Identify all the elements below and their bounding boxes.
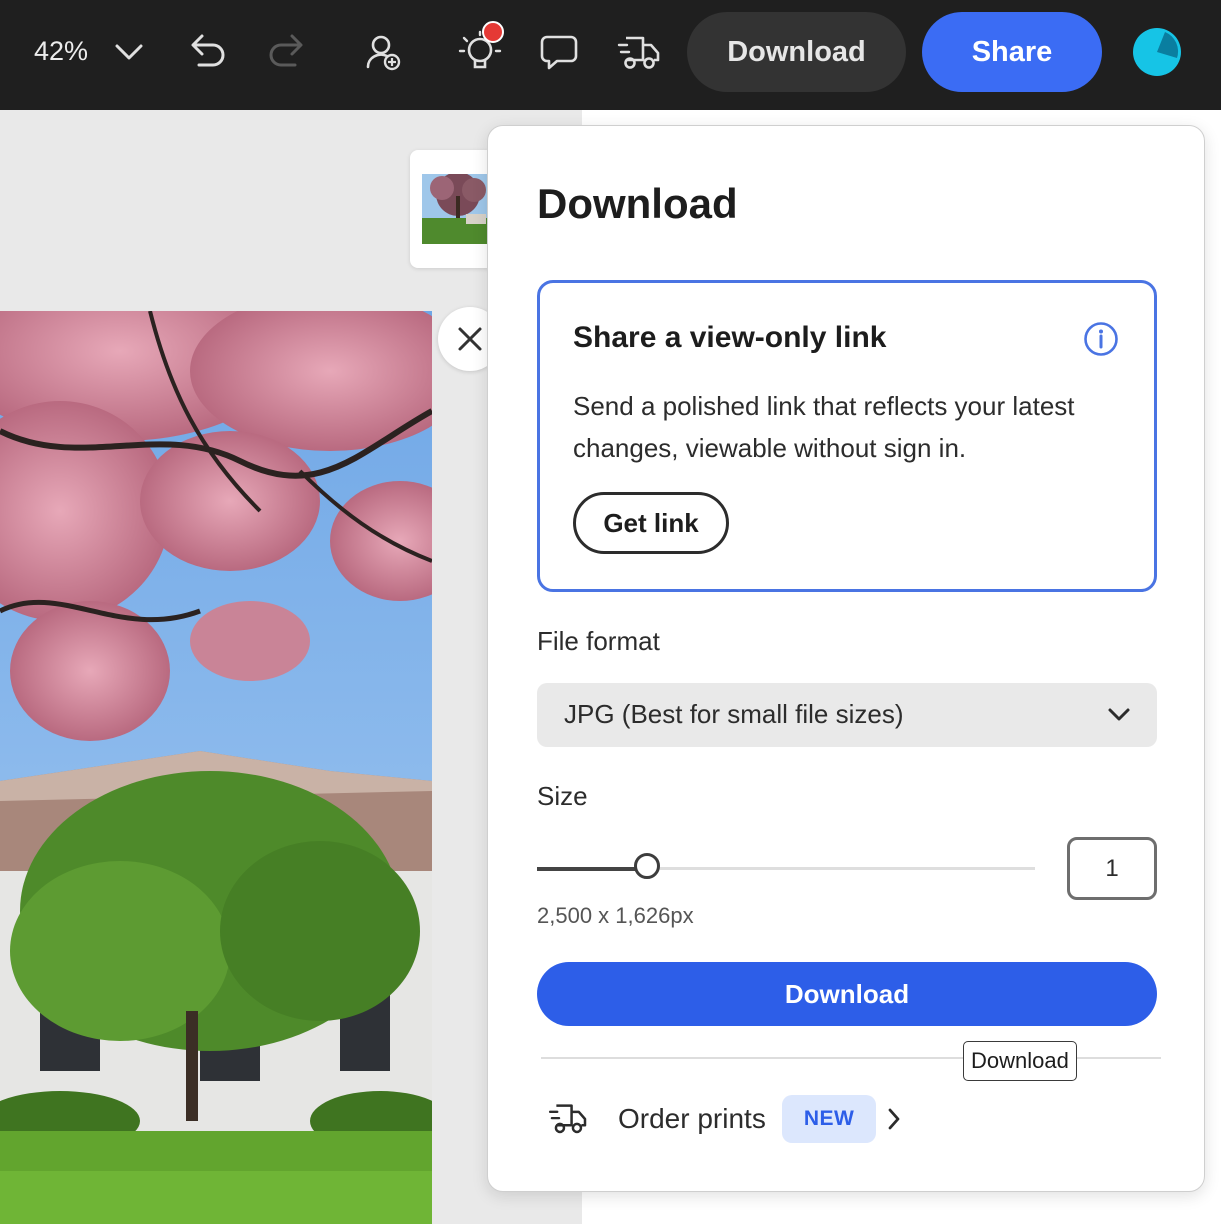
avatar[interactable] — [1133, 28, 1181, 76]
delivery-truck-icon[interactable] — [617, 34, 661, 72]
download-tooltip: Download — [963, 1041, 1077, 1081]
info-icon[interactable] — [1083, 321, 1119, 357]
chevron-down-icon[interactable] — [113, 38, 145, 66]
size-slider-fill — [537, 866, 647, 871]
view-only-link-card: Share a view-only link Send a polished l… — [537, 280, 1157, 592]
share-button[interactable]: Share — [922, 12, 1102, 92]
size-dimensions: 2,500 x 1,626px — [537, 903, 694, 928]
new-badge: NEW — [781, 1095, 877, 1143]
size-label: Size — [537, 781, 588, 811]
size-slider[interactable] — [537, 853, 1035, 879]
order-prints-label: Order prints — [618, 1103, 766, 1134]
file-format-select[interactable]: JPG (Best for small file sizes) — [537, 683, 1157, 747]
link-card-title: Share a view-only link — [573, 321, 887, 354]
thumbnail-image — [422, 174, 492, 244]
top-toolbar: 42% Download Share — [0, 0, 1221, 110]
notification-dot — [482, 21, 504, 43]
size-input[interactable]: 1 — [1067, 837, 1157, 900]
lightbulb-icon[interactable] — [458, 18, 508, 74]
link-card-description: Send a polished link that reflects your … — [573, 391, 1075, 463]
chevron-down-icon — [1108, 708, 1130, 721]
download-panel: Download Share a view-only link Send a p… — [487, 125, 1205, 1192]
file-format-value: JPG (Best for small file sizes) — [564, 699, 904, 729]
get-link-button[interactable]: Get link — [573, 492, 729, 554]
redo-icon[interactable] — [267, 31, 307, 69]
undo-icon[interactable] — [187, 31, 227, 69]
zoom-level[interactable]: 42% — [34, 36, 88, 67]
delivery-truck-icon — [548, 1104, 587, 1134]
size-slider-thumb[interactable] — [633, 853, 660, 879]
toolbar-download-button[interactable]: Download — [687, 12, 906, 92]
download-button[interactable]: Download — [537, 962, 1157, 1026]
panel-title: Download — [537, 180, 738, 227]
file-format-label: File format — [537, 626, 660, 656]
comment-icon[interactable] — [539, 33, 579, 73]
order-prints-row[interactable]: Order prints NEW — [548, 1091, 902, 1147]
chevron-right-icon — [888, 1108, 900, 1130]
add-collaborator-icon[interactable] — [364, 33, 404, 73]
cherry-blossom-photo — [0, 311, 432, 1224]
canvas-photo[interactable] — [0, 311, 432, 1224]
